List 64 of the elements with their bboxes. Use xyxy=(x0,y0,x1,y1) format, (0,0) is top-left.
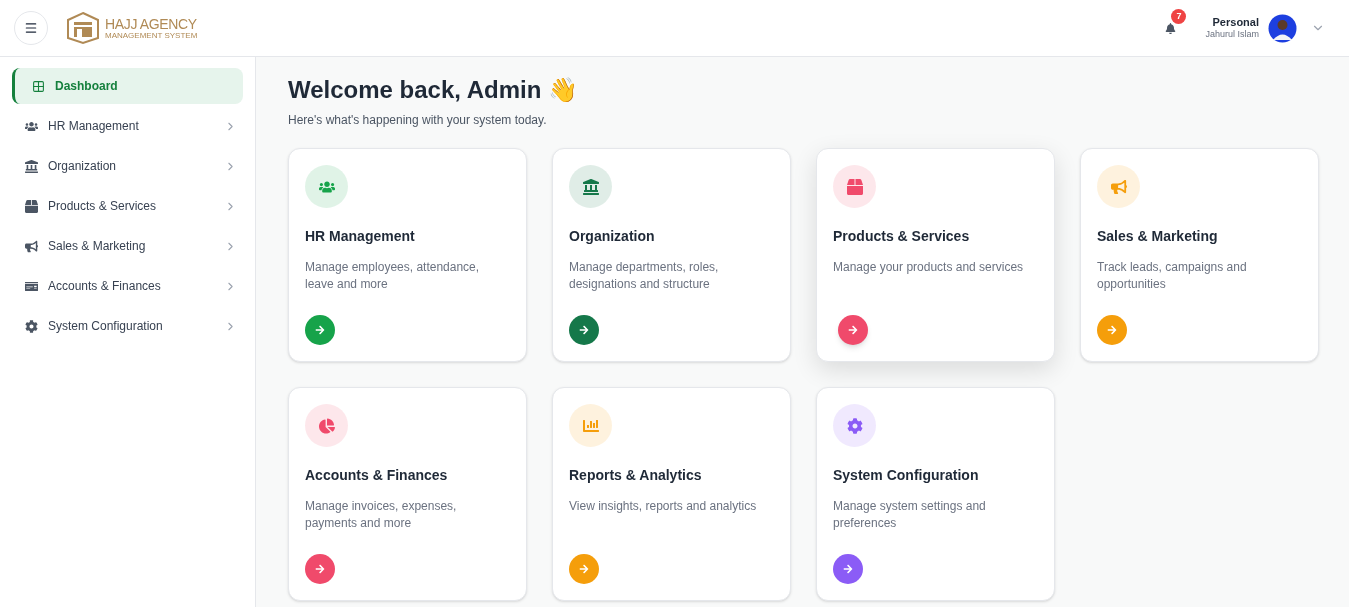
card-icon xyxy=(24,279,38,293)
user-role: Personal xyxy=(1212,15,1259,30)
card-title: Sales & Marketing xyxy=(1097,227,1219,246)
sidebar-item[interactable]: Products & Services xyxy=(12,188,243,224)
module-card[interactable]: Products & Services Manage your products and services xyxy=(816,148,1055,362)
card-description: Manage system settings and preferences xyxy=(833,498,987,532)
card-description: Manage employees, attendance, leave and more xyxy=(305,259,481,293)
module-card[interactable]: Organization Manage departments, roles, designations and structure xyxy=(552,148,791,362)
grid-icon xyxy=(31,79,45,93)
card-title: Accounts & Finances xyxy=(305,466,449,485)
open-button[interactable] xyxy=(838,315,868,345)
card-title: Products & Services xyxy=(833,227,971,246)
open-button[interactable] xyxy=(833,554,863,584)
notification-badge: 7 xyxy=(1171,9,1187,24)
logo-subtitle: MANAGEMENT SYSTEM xyxy=(105,31,198,40)
menu-icon xyxy=(24,21,38,35)
settings-icon xyxy=(846,417,863,434)
logo-icon xyxy=(65,11,101,45)
users-icon xyxy=(24,119,38,133)
bar-chart-icon xyxy=(582,417,599,434)
card-title: System Configuration xyxy=(833,466,980,485)
box-icon xyxy=(846,178,863,195)
card-title: Reports & Analytics xyxy=(569,466,703,485)
card-title: Organization xyxy=(569,227,656,246)
open-button[interactable] xyxy=(305,554,335,584)
card-description: Manage your products and services xyxy=(833,259,1025,276)
bank-icon xyxy=(582,178,599,195)
open-button[interactable] xyxy=(569,315,599,345)
card-description: Manage invoices, expenses, payments and more xyxy=(305,498,458,532)
arrow-right-icon xyxy=(1107,325,1117,335)
card-description: Track leads, campaigns and opportunities xyxy=(1097,259,1248,293)
pie-chart-icon xyxy=(318,417,335,434)
arrow-right-icon xyxy=(843,564,853,574)
megaphone-icon xyxy=(1110,178,1127,195)
sidebar-item[interactable]: Sales & Marketing xyxy=(12,228,243,264)
megaphone-icon xyxy=(24,239,38,253)
settings-icon xyxy=(24,319,38,333)
user-name: Jahurul Islam xyxy=(1205,29,1259,41)
logo-title: HAJJ AGENCY xyxy=(105,16,198,31)
arrow-right-icon xyxy=(848,325,858,335)
arrow-right-icon xyxy=(315,325,325,335)
page-title: Welcome back, Admin 👋 xyxy=(288,75,580,105)
card-title: HR Management xyxy=(305,227,416,246)
sidebar-item[interactable]: System Configuration xyxy=(12,308,243,344)
card-description: View insights, reports and analytics xyxy=(569,498,758,515)
page-subtitle: Here's what's happening with your system today. xyxy=(288,112,548,129)
sidebar-item[interactable]: Accounts & Finances xyxy=(12,268,243,304)
module-card[interactable]: Reports & Analytics View insights, reports and analytics xyxy=(552,387,791,601)
sidebar-item[interactable]: HR Management xyxy=(12,108,243,144)
arrow-right-icon xyxy=(579,564,589,574)
sidebar-item[interactable]: Dashboard xyxy=(12,68,243,104)
module-card[interactable]: HR Management Manage employees, attendance, leave and more xyxy=(288,148,527,362)
module-card[interactable]: Accounts & Finances Manage invoices, expenses, payments and more xyxy=(288,387,527,601)
bank-icon xyxy=(24,159,38,173)
open-button[interactable] xyxy=(305,315,335,345)
card-description: Manage departments, roles, designations and structure xyxy=(569,259,720,293)
box-icon xyxy=(24,199,38,213)
bell-icon xyxy=(1164,22,1176,34)
arrow-right-icon xyxy=(579,325,589,335)
arrow-right-icon xyxy=(315,564,325,574)
module-card[interactable]: Sales & Marketing Track leads, campaigns and opportunities xyxy=(1080,148,1319,362)
avatar[interactable] xyxy=(1268,13,1297,43)
module-card[interactable]: System Configuration Manage system settings and preferences xyxy=(816,387,1055,601)
sidebar-item[interactable]: Organization xyxy=(12,148,243,184)
